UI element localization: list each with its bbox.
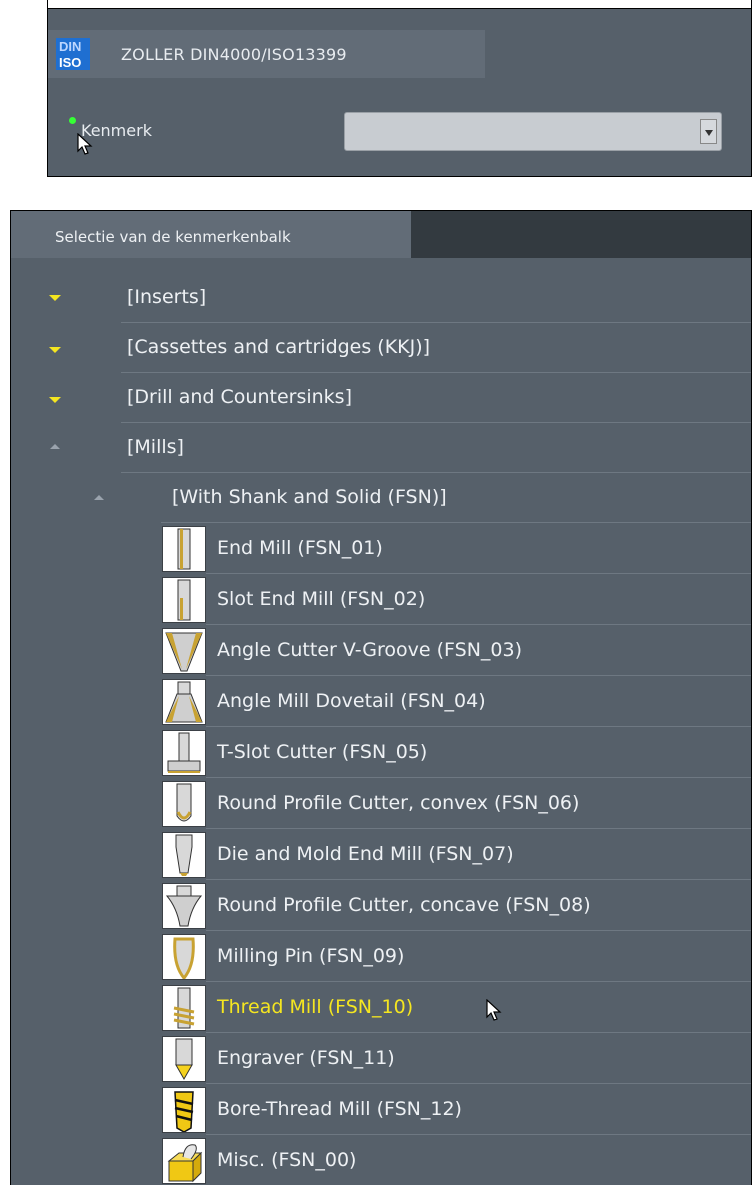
kenmerk-dropdown[interactable]: [344, 112, 722, 151]
tree-item-fsn-08[interactable]: Round Profile Cutter, concave (FSN_08): [11, 881, 751, 931]
row-divider: [206, 624, 751, 625]
tree-item-label: Angle Mill Dovetail (FSN_04): [217, 690, 486, 712]
row-divider: [206, 828, 751, 829]
tree-item-label: Misc. (FSN_00): [217, 1149, 357, 1171]
engraver-icon: [162, 1036, 206, 1082]
dropdown-arrow-icon[interactable]: [700, 119, 717, 144]
tree-item-label: Thread Mill (FSN_10): [217, 996, 414, 1018]
expand-arrow-icon[interactable]: [49, 397, 61, 403]
end-mill-icon: [162, 526, 206, 572]
concave-cutter-icon: [162, 883, 206, 929]
tree-item-label: Bore-Thread Mill (FSN_12): [217, 1098, 462, 1120]
din-iso-icon: DIN ISO: [56, 38, 90, 70]
expand-arrow-icon[interactable]: [49, 347, 61, 353]
row-divider: [206, 930, 751, 931]
panel-top-edge: [48, 0, 751, 9]
row-divider: [206, 726, 751, 727]
tree-item-fsn-05[interactable]: T-Slot Cutter (FSN_05): [11, 728, 751, 778]
row-divider: [161, 522, 751, 523]
row-divider: [206, 573, 751, 574]
tree-node-label: [Drill and Countersinks]: [127, 386, 352, 408]
tree-item-fsn-06[interactable]: Round Profile Cutter, convex (FSN_06): [11, 779, 751, 829]
tree-item-fsn-00[interactable]: Misc. (FSN_00): [11, 1136, 751, 1185]
convex-cutter-icon: [162, 781, 206, 827]
tree-node-drill[interactable]: [Drill and Countersinks]: [11, 373, 751, 423]
row-divider: [206, 1134, 751, 1135]
tab-strip-background: [485, 30, 751, 78]
row-divider: [206, 879, 751, 880]
tree-item-fsn-03[interactable]: Angle Cutter V-Groove (FSN_03): [11, 626, 751, 676]
tree-node-with-shank-solid[interactable]: [With Shank and Solid (FSN)]: [11, 473, 751, 523]
expand-arrow-icon[interactable]: [49, 295, 61, 301]
tree-item-label: Round Profile Cutter, convex (FSN_06): [217, 792, 580, 814]
feature-tree-panel: Selectie van de kenmerkenbalk [Inserts] …: [10, 210, 752, 1185]
t-slot-cutter-icon: [162, 730, 206, 776]
tree-item-fsn-04[interactable]: Angle Mill Dovetail (FSN_04): [11, 677, 751, 727]
tree-item-label: Round Profile Cutter, concave (FSN_08): [217, 894, 591, 916]
thread-mill-icon: [162, 985, 206, 1031]
svg-text:ISO: ISO: [59, 55, 81, 70]
angle-cutter-icon: [162, 628, 206, 674]
row-divider: [206, 1032, 751, 1033]
collapse-arrow-icon[interactable]: [50, 444, 60, 449]
tree-item-fsn-07[interactable]: Die and Mold End Mill (FSN_07): [11, 830, 751, 880]
row-divider: [206, 675, 751, 676]
mouse-cursor-icon: [77, 132, 93, 161]
milling-pin-icon: [162, 934, 206, 980]
tree-item-label: Milling Pin (FSN_09): [217, 945, 405, 967]
tree-item-label: T-Slot Cutter (FSN_05): [217, 741, 428, 763]
row-divider: [206, 1083, 751, 1084]
status-indicator: [69, 117, 76, 124]
tree-item-label: End Mill (FSN_01): [217, 537, 383, 559]
tree-node-label: [Inserts]: [127, 286, 207, 308]
tree-item-fsn-01[interactable]: End Mill (FSN_01): [11, 524, 751, 574]
mouse-cursor-icon: [486, 998, 502, 1027]
tree-node-mills[interactable]: [Mills]: [11, 423, 751, 473]
misc-icon: [162, 1138, 206, 1184]
tree-item-fsn-10[interactable]: Thread Mill (FSN_10): [11, 983, 751, 1033]
tree-node-label: [Mills]: [127, 436, 184, 458]
tab-label: ZOLLER DIN4000/ISO13399: [121, 45, 347, 64]
tab-label: Selectie van de kenmerkenbalk: [55, 228, 291, 246]
tab-strip-background: [411, 211, 751, 258]
tree-item-label: Angle Cutter V-Groove (FSN_03): [217, 639, 523, 661]
tree-item-label: Slot End Mill (FSN_02): [217, 588, 426, 610]
tree-node-inserts[interactable]: [Inserts]: [11, 273, 751, 323]
tree-node-label: [With Shank and Solid (FSN)]: [172, 486, 447, 508]
tab-selectie[interactable]: Selectie van de kenmerkenbalk: [11, 211, 411, 258]
collapse-arrow-icon[interactable]: [94, 495, 104, 500]
slot-end-mill-icon: [162, 577, 206, 623]
tree-node-label: [Cassettes and cartridges (KKJ)]: [127, 336, 431, 358]
tree-item-label: Engraver (FSN_11): [217, 1047, 395, 1069]
properties-panel: DIN ISO ZOLLER DIN4000/ISO13399 Kenmerk: [47, 0, 752, 177]
svg-text:DIN: DIN: [59, 39, 81, 54]
tree-node-cassettes[interactable]: [Cassettes and cartridges (KKJ)]: [11, 323, 751, 373]
die-mold-mill-icon: [162, 832, 206, 878]
tree-item-fsn-11[interactable]: Engraver (FSN_11): [11, 1034, 751, 1084]
tree-item-label: Die and Mold End Mill (FSN_07): [217, 843, 514, 865]
tree-item-fsn-02[interactable]: Slot End Mill (FSN_02): [11, 575, 751, 625]
tree-item-fsn-09[interactable]: Milling Pin (FSN_09): [11, 932, 751, 982]
row-divider: [206, 981, 751, 982]
tree-item-fsn-12[interactable]: Bore-Thread Mill (FSN_12): [11, 1085, 751, 1135]
dovetail-mill-icon: [162, 679, 206, 725]
row-divider: [206, 777, 751, 778]
bore-thread-mill-icon: [162, 1087, 206, 1133]
